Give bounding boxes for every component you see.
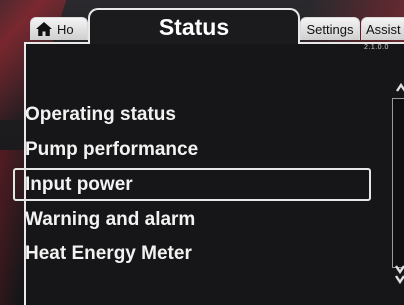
chevron-up-icon[interactable] bbox=[396, 82, 404, 94]
tab-status-label: Status bbox=[158, 13, 230, 40]
menu-item-input-power[interactable]: Input power bbox=[13, 168, 371, 201]
tab-home-label: Ho bbox=[57, 21, 74, 37]
tab-assist[interactable]: Assist bbox=[361, 17, 404, 40]
tab-status[interactable]: Status bbox=[88, 8, 300, 44]
tab-assist-label: Assist bbox=[366, 21, 401, 37]
scrollbar[interactable] bbox=[392, 98, 404, 268]
menu-item-pump-performance[interactable]: Pump performance bbox=[13, 133, 371, 166]
tab-settings-label: Settings bbox=[306, 21, 354, 37]
menu-item-warning-and-alarm[interactable]: Warning and alarm bbox=[13, 203, 371, 236]
tab-home[interactable]: Ho bbox=[30, 17, 88, 40]
menu-item-operating-status[interactable]: Operating status bbox=[13, 98, 371, 131]
pump-display-screen: Ho Status Settings Assist 2.1.0.0 Operat… bbox=[0, 0, 404, 305]
home-icon bbox=[36, 22, 52, 36]
software-version: 2.1.0.0 bbox=[364, 44, 389, 51]
menu-item-heat-energy-meter[interactable]: Heat Energy Meter bbox=[13, 237, 371, 270]
tab-settings[interactable]: Settings bbox=[300, 17, 360, 40]
chevron-down-icon[interactable] bbox=[394, 262, 404, 302]
